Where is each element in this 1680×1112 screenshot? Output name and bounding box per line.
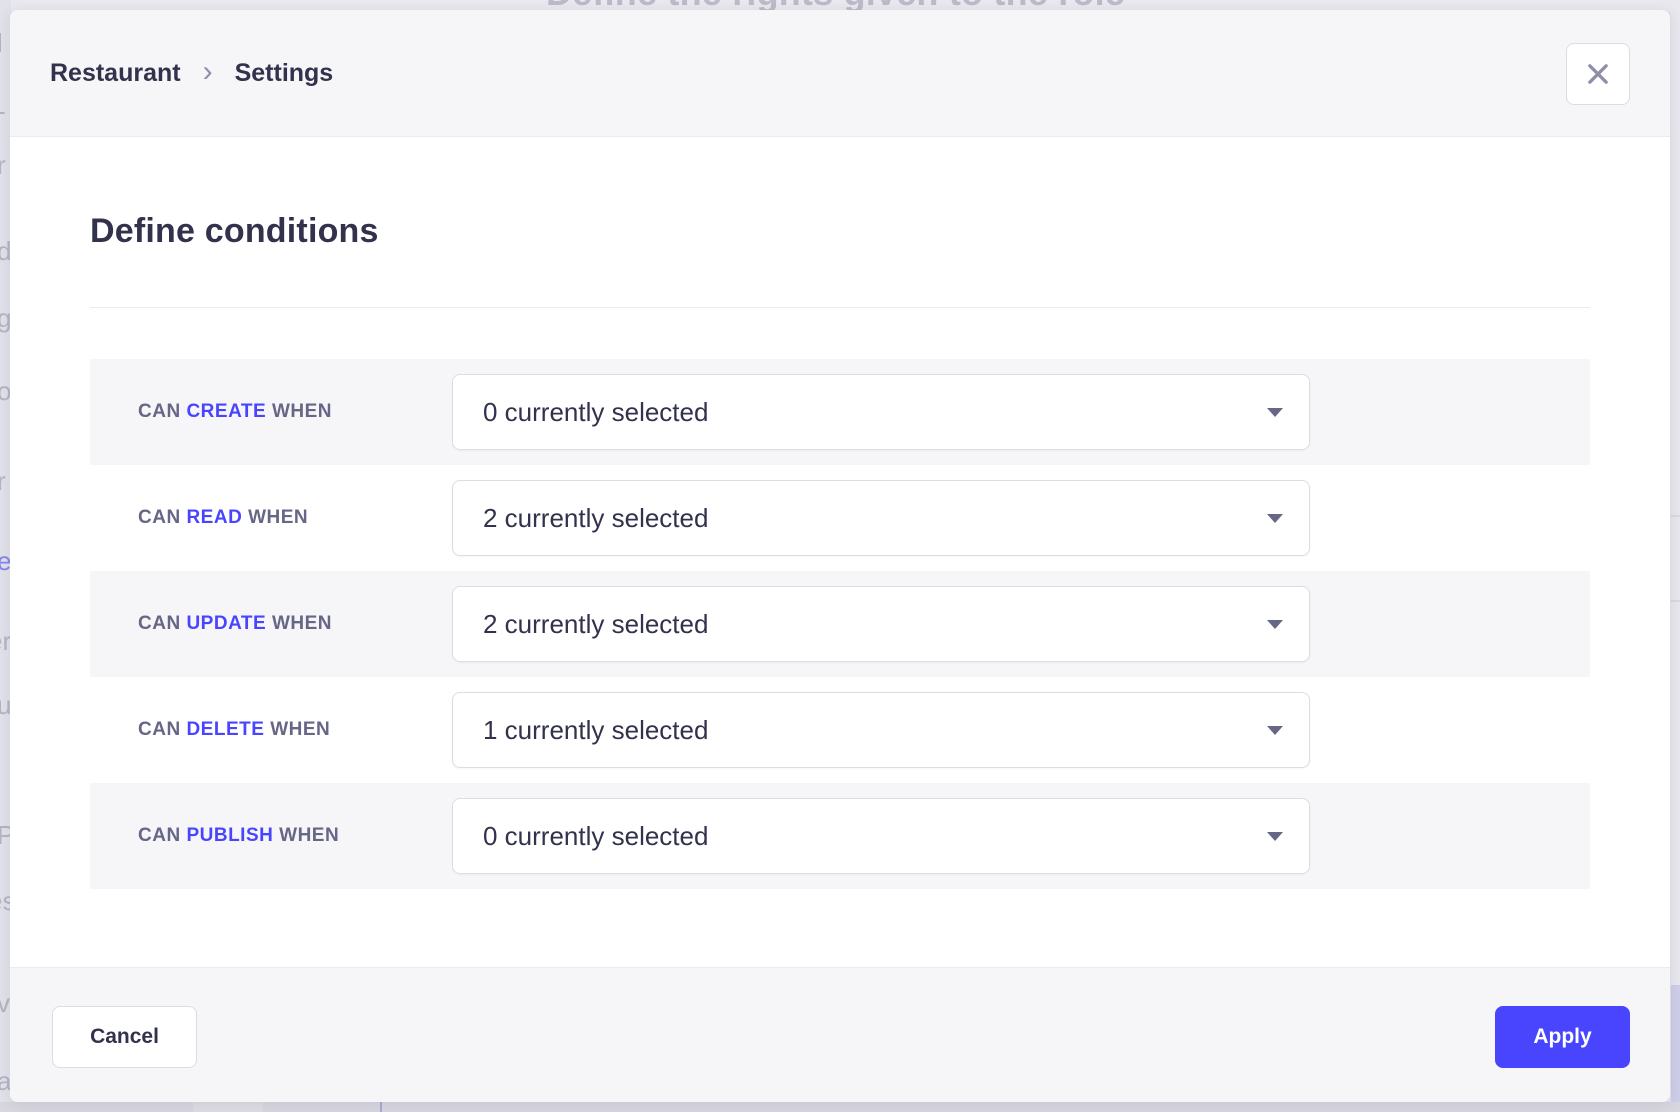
permission-label: CAN UPDATE WHEN [90,613,452,635]
label-suffix: WHEN [272,613,332,634]
permission-label: CAN CREATE WHEN [90,401,452,423]
background-row-line [1671,600,1680,602]
label-prefix: CAN [138,507,181,528]
background-text-fragment: v [0,988,10,1018]
label-suffix: WHEN [270,719,330,740]
label-prefix: CAN [138,825,181,846]
breadcrumb-current: Settings [235,59,334,88]
chevron-down-icon [1267,832,1283,841]
modal-header: Restaurant › Settings [10,10,1670,137]
background-row-line [1671,515,1680,517]
select-value: 0 currently selected [483,821,708,852]
title-divider [90,307,1590,308]
breadcrumb-separator-icon: › [203,59,213,84]
select-value: 1 currently selected [483,715,708,746]
conditions-modal: Restaurant › Settings Define conditions … [10,10,1670,1102]
close-icon [1584,60,1612,88]
breadcrumb-parent: Restaurant [50,59,181,88]
background-segment [193,1102,263,1112]
background-text-fragment: - [0,96,6,126]
permission-rows: CAN CREATE WHEN 0 currently selected CAN… [90,359,1590,889]
label-action: DELETE [186,719,264,740]
permission-row-delete: CAN DELETE WHEN 1 currently selected [90,677,1590,783]
permission-row-publish: CAN PUBLISH WHEN 0 currently selected [90,783,1590,889]
chevron-down-icon [1267,408,1283,417]
label-suffix: WHEN [279,825,339,846]
select-value: 2 currently selected [483,609,708,640]
conditions-select-read[interactable]: 2 currently selected [452,480,1310,556]
label-suffix: WHEN [248,507,308,528]
label-suffix: WHEN [272,401,332,422]
conditions-select-delete[interactable]: 1 currently selected [452,692,1310,768]
background-divider [380,1102,382,1112]
background-accent-segment [1671,985,1680,1102]
background-text-fragment: r [0,150,6,180]
select-value: 0 currently selected [483,397,708,428]
close-button[interactable] [1566,43,1630,105]
modal-footer: Cancel Apply [10,967,1670,1102]
permission-row-read: CAN READ WHEN 2 currently selected [90,465,1590,571]
label-prefix: CAN [138,401,181,422]
label-action: READ [186,507,242,528]
permission-label: CAN PUBLISH WHEN [90,825,452,847]
permission-label: CAN DELETE WHEN [90,719,452,741]
page-background-right-edge [1671,0,1680,1102]
permission-row-create: CAN CREATE WHEN 0 currently selected [90,359,1590,465]
permission-row-update: CAN UPDATE WHEN 2 currently selected [90,571,1590,677]
cancel-button[interactable]: Cancel [52,1006,197,1068]
select-value: 2 currently selected [483,503,708,534]
permission-label: CAN READ WHEN [90,507,452,529]
chevron-down-icon [1267,620,1283,629]
background-text-fragment: ti [0,748,1,778]
apply-button[interactable]: Apply [1495,1006,1630,1068]
chevron-down-icon [1267,514,1283,523]
conditions-select-update[interactable]: 2 currently selected [452,586,1310,662]
modal-title: Define conditions [90,212,379,251]
background-text-fragment: l [0,28,3,58]
conditions-select-publish[interactable]: 0 currently selected [452,798,1310,874]
label-action: UPDATE [186,613,266,634]
label-action: CREATE [186,401,266,422]
label-action: PUBLISH [186,825,273,846]
chevron-down-icon [1267,726,1283,735]
label-prefix: CAN [138,719,181,740]
background-text-fragment: r [0,466,6,496]
page-background-bottom-strip [0,1102,1680,1112]
conditions-select-create[interactable]: 0 currently selected [452,374,1310,450]
label-prefix: CAN [138,613,181,634]
breadcrumb: Restaurant › Settings [50,59,333,88]
